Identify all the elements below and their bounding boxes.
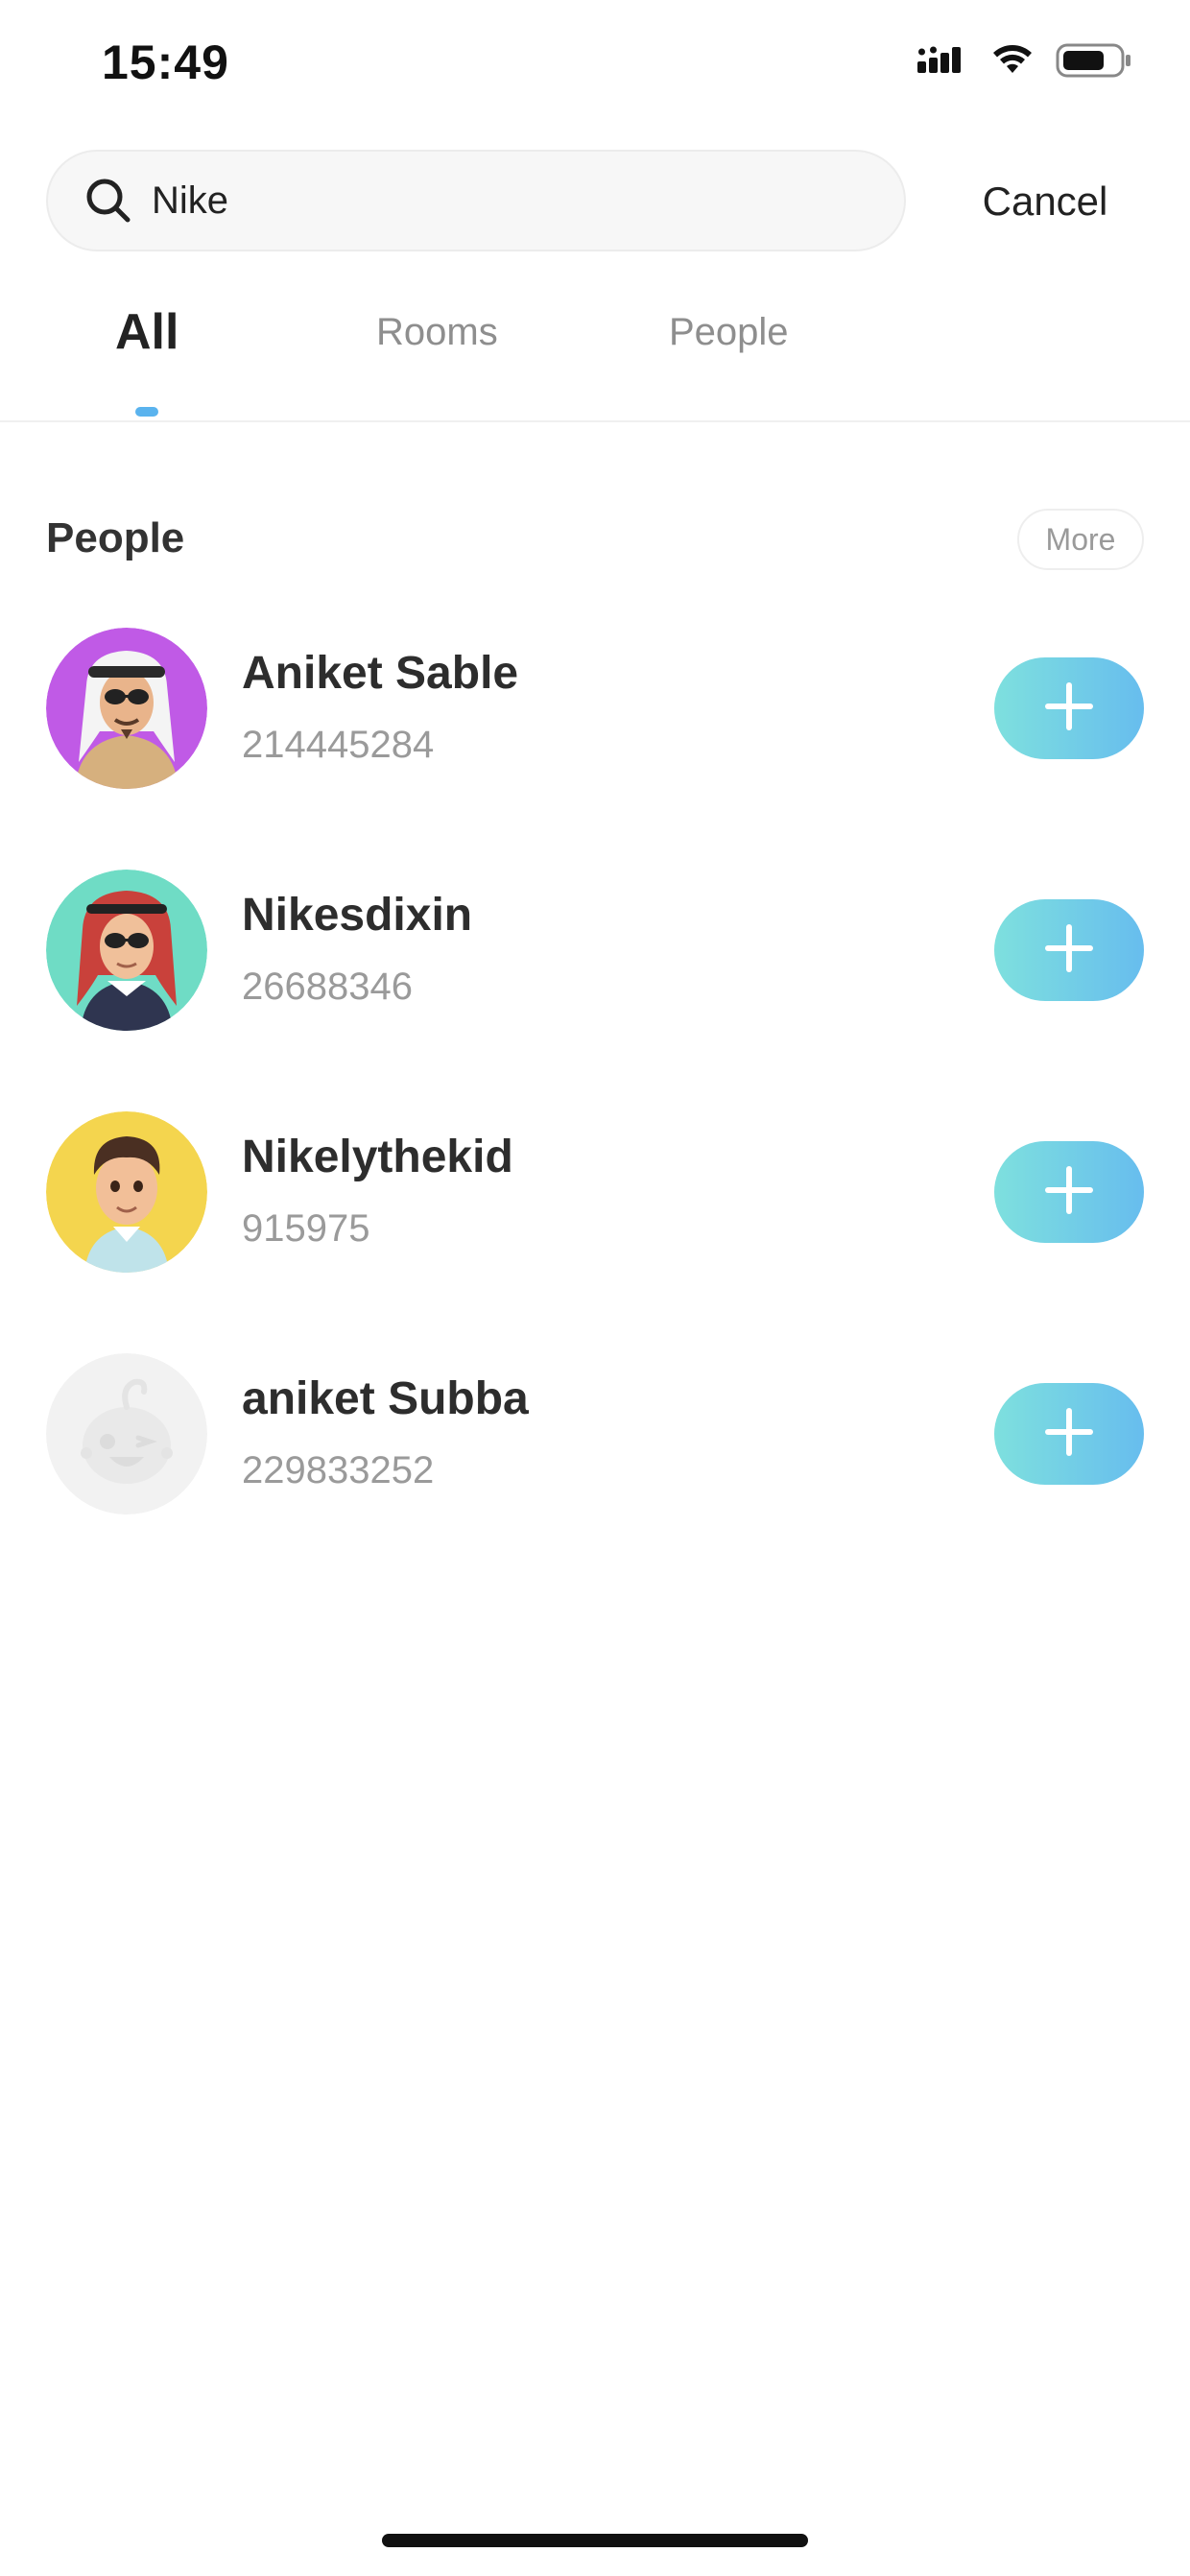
search-icon xyxy=(84,177,132,225)
tab-all[interactable]: All xyxy=(115,303,178,361)
more-button[interactable]: More xyxy=(1017,509,1144,570)
search-bar[interactable] xyxy=(46,150,906,251)
tab-rooms[interactable]: Rooms xyxy=(376,311,498,354)
search-tabs: All Rooms People xyxy=(0,298,1190,422)
active-tab-indicator xyxy=(135,407,158,417)
avatar[interactable] xyxy=(46,628,207,789)
user-id: 214445284 xyxy=(242,724,435,766)
avatar[interactable] xyxy=(46,1353,207,1515)
list-item[interactable]: Aniket Sable 214445284 xyxy=(0,628,1190,810)
user-id: 915975 xyxy=(242,1207,370,1250)
avatar[interactable] xyxy=(46,870,207,1031)
search-results-screen: 15:49 Nike Cancel All Rooms People Peopl… xyxy=(0,0,1190,2576)
plus-icon xyxy=(1044,923,1094,978)
add-friend-button[interactable] xyxy=(994,899,1144,1001)
add-friend-button[interactable] xyxy=(994,1141,1144,1243)
user-name: Nikelythekid xyxy=(242,1132,513,1182)
user-name: Nikesdixin xyxy=(242,890,473,941)
plus-icon xyxy=(1044,1165,1094,1220)
section-title-people: People xyxy=(46,514,185,561)
battery-icon xyxy=(1056,42,1132,83)
status-time: 15:49 xyxy=(102,36,229,89)
search-input[interactable] xyxy=(152,179,862,223)
list-item[interactable]: Nikesdixin 26688346 xyxy=(0,870,1190,1052)
status-icons xyxy=(917,42,1132,83)
add-friend-button[interactable] xyxy=(994,1383,1144,1485)
tab-people[interactable]: People xyxy=(669,311,789,354)
avatar[interactable] xyxy=(46,1111,207,1273)
list-item[interactable]: Nikelythekid 915975 xyxy=(0,1111,1190,1294)
cellular-signal-icon xyxy=(917,44,969,82)
wifi-icon xyxy=(990,44,1035,82)
plus-icon xyxy=(1044,1407,1094,1462)
add-friend-button[interactable] xyxy=(994,657,1144,759)
plus-icon xyxy=(1044,681,1094,736)
home-indicator xyxy=(382,2534,808,2547)
user-id: 229833252 xyxy=(242,1449,435,1491)
cancel-button[interactable]: Cancel xyxy=(944,165,1146,238)
user-name: Aniket Sable xyxy=(242,648,519,699)
list-item[interactable]: aniket Subba 229833252 xyxy=(0,1353,1190,1536)
user-name: aniket Subba xyxy=(242,1373,529,1424)
status-bar: 15:49 xyxy=(0,0,1190,125)
user-id: 26688346 xyxy=(242,966,413,1008)
